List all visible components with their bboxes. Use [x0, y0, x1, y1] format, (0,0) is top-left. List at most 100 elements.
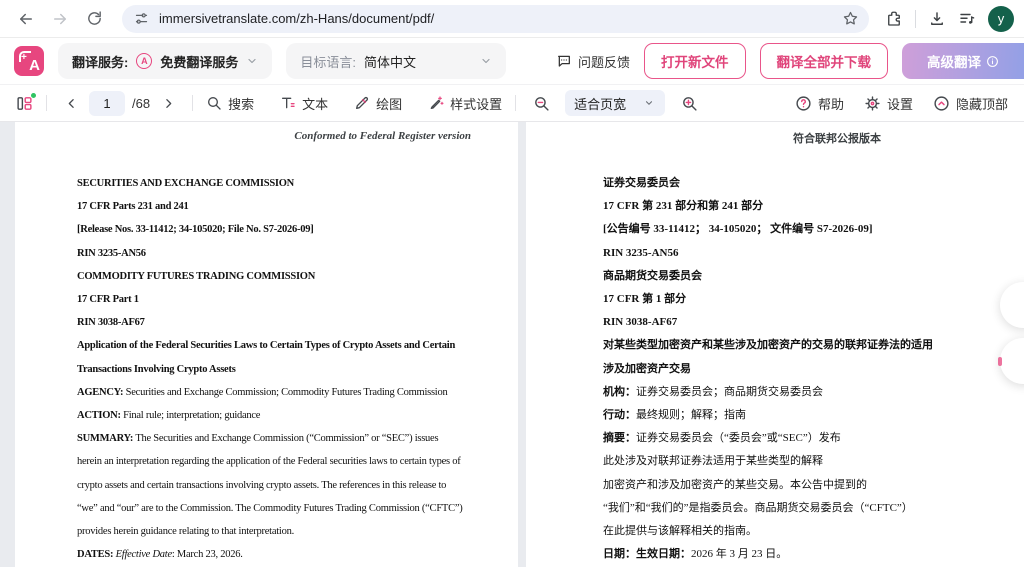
reading-list-icon[interactable]	[958, 10, 976, 28]
document-line: [公告编号 33-11412； 34-105020； 文件编号 S7-2026-…	[603, 218, 933, 241]
document-line: SECURITIES AND EXCHANGE COMMISSION	[77, 172, 462, 195]
document-line: RIN 3235-AN56	[77, 242, 462, 265]
site-info-icon[interactable]	[134, 11, 149, 26]
document-line: 商品期货交易委员会	[603, 265, 933, 288]
settings-button[interactable]: 设置	[864, 94, 913, 113]
search-label: 搜索	[228, 94, 254, 113]
document-line: 行动：最终规则；解释；指南	[603, 404, 933, 427]
style-settings-button[interactable]: 样式设置	[428, 94, 502, 113]
translate-toolbar: + A 翻译服务: A 免费翻译服务 目标语言: 简体中文 问题反馈 打开新文件…	[0, 38, 1024, 85]
document-line: 日期：生效日期：2026 年 3 月 23 日。	[603, 543, 933, 566]
page-number-input[interactable]	[89, 91, 125, 116]
hide-top-button[interactable]: 隐藏顶部	[933, 94, 1008, 113]
avatar[interactable]: y	[988, 6, 1014, 32]
text-tool-icon	[280, 95, 296, 111]
thumbnail-panel-button[interactable]	[16, 95, 33, 112]
reload-icon	[86, 10, 103, 27]
document-line: 17 CFR Part 1	[77, 288, 462, 311]
pro-translate-button[interactable]: 高级翻译	[902, 43, 1024, 79]
page-total: /68	[132, 96, 150, 111]
pdf-viewer[interactable]: Conformed to Federal Register version SE…	[0, 122, 1024, 567]
help-button[interactable]: 帮助	[795, 94, 844, 113]
speech-bubble-icon	[556, 53, 572, 69]
pdf-toolbar: /68 搜索 文本 绘图 样式设置	[0, 85, 1024, 122]
document-line: DATES: Effective Date: March 23, 2026.	[77, 543, 462, 566]
target-language-value: 简体中文	[364, 52, 416, 71]
chevron-left-icon	[65, 97, 78, 110]
address-bar[interactable]: immersivetranslate.com/zh-Hans/document/…	[122, 5, 869, 33]
draw-tool-button[interactable]: 绘图	[354, 94, 402, 113]
text-tool-label: 文本	[302, 94, 328, 113]
zoom-mode-select[interactable]: 适合页宽	[565, 90, 665, 116]
document-line: 17 CFR 第 1 部分	[603, 288, 933, 311]
download-icon[interactable]	[928, 10, 946, 28]
style-wand-icon	[428, 95, 444, 111]
document-line: 证券交易委员会	[603, 172, 933, 195]
settings-label: 设置	[887, 94, 913, 113]
service-label: 翻译服务:	[72, 52, 128, 71]
zoom-in-button[interactable]	[677, 91, 701, 115]
document-line: ACTION: Final rule; interpretation; guid…	[77, 404, 462, 427]
document-line: COMMODITY FUTURES TRADING COMMISSION	[77, 265, 462, 288]
chevron-down-icon	[480, 55, 492, 67]
immersive-translate-logo-icon: + A	[14, 46, 44, 76]
forward-button[interactable]	[46, 5, 74, 33]
search-button[interactable]: 搜索	[206, 94, 254, 113]
forward-icon	[51, 10, 69, 28]
zoom-out-button[interactable]	[529, 91, 553, 115]
bookmark-star-icon[interactable]	[842, 10, 859, 27]
gear-icon	[864, 95, 881, 112]
open-new-file-button[interactable]: 打开新文件	[644, 43, 746, 79]
zoom-in-icon	[681, 95, 698, 112]
feedback-label: 问题反馈	[578, 52, 630, 71]
document-line: RIN 3235-AN56	[603, 242, 933, 265]
document-line: AGENCY: Securities and Exchange Commissi…	[77, 381, 462, 404]
service-provider-icon: A	[136, 53, 152, 69]
document-line: [Release Nos. 33-11412; 34-105020; File …	[77, 218, 462, 241]
help-label: 帮助	[818, 94, 844, 113]
floating-widget[interactable]	[1000, 282, 1024, 394]
page-header-translated: 符合联邦公报版本	[603, 130, 881, 146]
floating-ball[interactable]	[1000, 282, 1024, 328]
chevron-down-icon	[246, 55, 258, 67]
draw-pen-icon	[354, 95, 370, 111]
pdf-page-translated: 符合联邦公报版本 证券交易委员会17 CFR 第 231 部分和第 241 部分…	[526, 122, 1024, 567]
document-line: RIN 3038-AF67	[77, 311, 462, 334]
floating-ball-secondary[interactable]	[1000, 338, 1024, 384]
page-body-original: SECURITIES AND EXCHANGE COMMISSION 17 CFR…	[77, 172, 462, 566]
reload-button[interactable]	[80, 5, 108, 33]
text-tool-button[interactable]: 文本	[280, 94, 328, 113]
document-line: RIN 3038-AF67	[603, 311, 933, 334]
pro-translate-label: 高级翻译	[927, 51, 981, 71]
feedback-button[interactable]: 问题反馈	[556, 52, 630, 71]
search-icon	[206, 95, 222, 111]
target-language-label: 目标语言:	[300, 52, 356, 71]
zoom-out-icon	[533, 95, 550, 112]
draw-tool-label: 绘图	[376, 94, 402, 113]
document-line: 涉及加密资产交易	[603, 358, 933, 381]
document-line: Application of the Federal Securities La…	[77, 334, 462, 357]
document-line: 对某些类型加密资产和某些涉及加密资产的交易的联邦证券法的适用	[603, 334, 933, 357]
translate-all-download-button[interactable]: 翻译全部并下载	[760, 43, 889, 79]
browser-chrome: immersivetranslate.com/zh-Hans/document/…	[0, 0, 1024, 38]
status-dot	[30, 92, 37, 99]
service-value: 免费翻译服务	[160, 52, 238, 71]
translation-service-select[interactable]: 翻译服务: A 免费翻译服务	[58, 43, 272, 79]
chevron-down-icon	[644, 98, 654, 108]
divider	[192, 95, 193, 111]
document-line: 在此提供与该解释相关的指南。	[603, 520, 933, 543]
next-page-button[interactable]	[157, 92, 179, 114]
page-header-original: Conformed to Federal Register version	[77, 130, 471, 142]
extensions-icon[interactable]	[885, 10, 903, 28]
divider	[46, 95, 47, 111]
back-icon	[17, 10, 35, 28]
document-line: “我们”和“我们的”是指委员会。商品期货交易委员会（“CFTC”）	[603, 497, 933, 520]
back-button[interactable]	[12, 5, 40, 33]
document-line: 机构：证券交易委员会；商品期货交易委员会	[603, 381, 933, 404]
url-text: immersivetranslate.com/zh-Hans/document/…	[159, 11, 832, 26]
divider	[915, 10, 916, 28]
page-body-translated: 证券交易委员会17 CFR 第 231 部分和第 241 部分[公告编号 33-…	[603, 172, 933, 566]
target-language-select[interactable]: 目标语言: 简体中文	[286, 43, 506, 79]
divider	[515, 95, 516, 111]
previous-page-button[interactable]	[60, 92, 82, 114]
